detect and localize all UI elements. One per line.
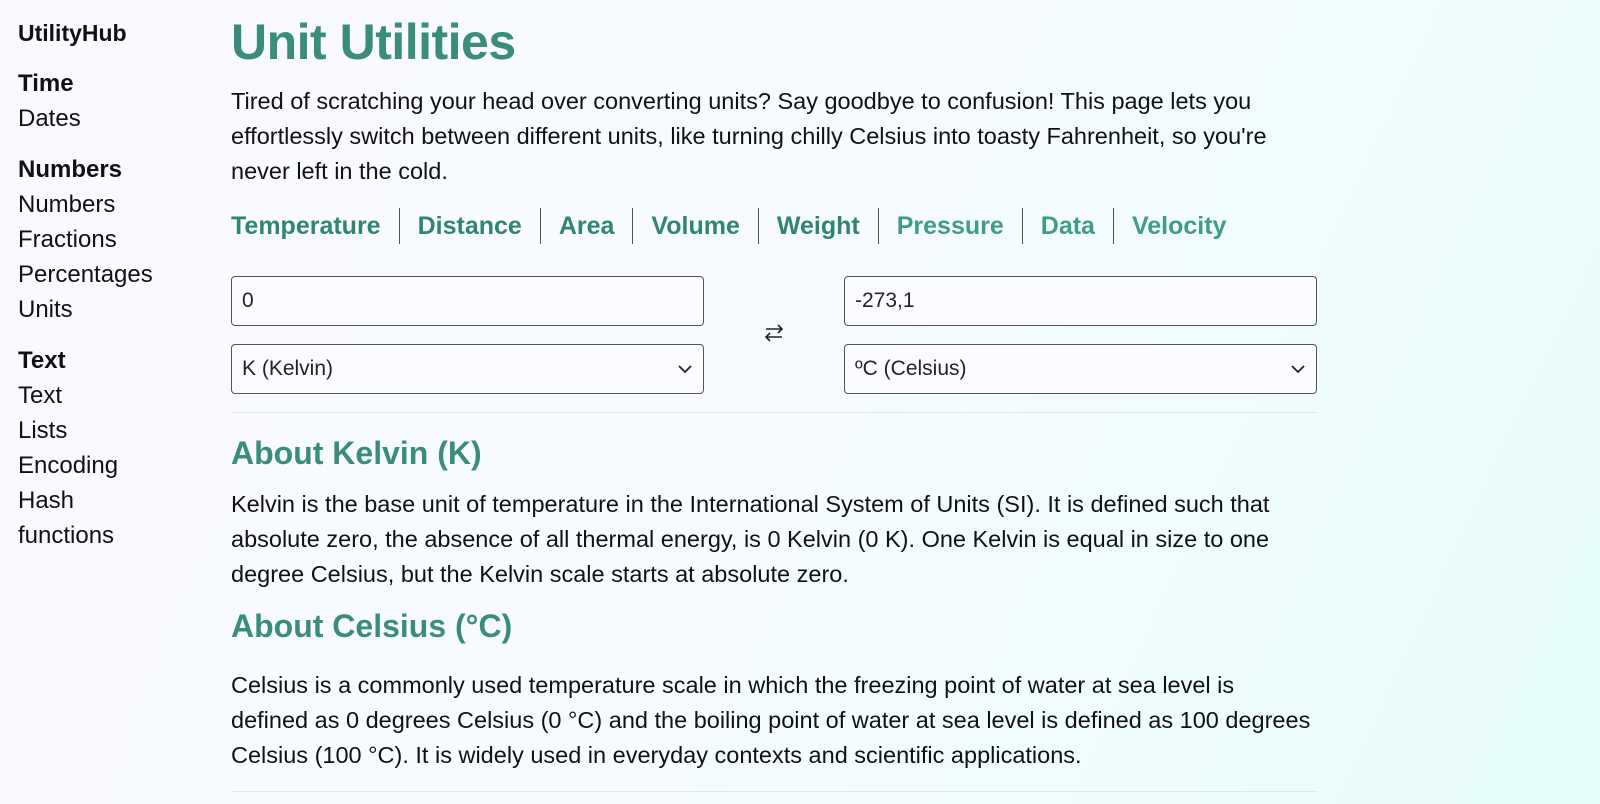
- output-value-field[interactable]: [844, 276, 1317, 326]
- nav-group-time: Time Dates: [18, 66, 208, 136]
- chevron-down-icon: [678, 365, 692, 374]
- divider: [231, 412, 1317, 413]
- sidebar-item-numbers[interactable]: Numbers: [18, 187, 208, 222]
- about-kelvin-heading: About Kelvin (K): [231, 435, 482, 471]
- from-unit-value: K (Kelvin): [242, 357, 334, 380]
- swap-arrows-icon: [764, 324, 784, 342]
- brand-logo[interactable]: UtilityHub: [18, 16, 208, 50]
- divider: [231, 791, 1317, 792]
- sidebar: UtilityHub Time Dates Numbers Numbers Fr…: [18, 16, 208, 569]
- swap-units-button[interactable]: [761, 320, 787, 346]
- input-value[interactable]: [242, 289, 693, 313]
- input-value-field[interactable]: [231, 276, 704, 326]
- about-celsius-heading: About Celsius (°C): [231, 608, 513, 644]
- sidebar-item-hash-functions[interactable]: Hash functions: [18, 483, 128, 553]
- to-unit-select[interactable]: ºC (Celsius): [844, 344, 1317, 394]
- intro-text: Tired of scratching your head over conve…: [231, 88, 1267, 184]
- nav-group-text: Text Text Lists Encoding Hash functions: [18, 343, 208, 553]
- tab-data[interactable]: Data: [1021, 208, 1113, 244]
- about-kelvin-text: Kelvin is the base unit of temperature i…: [231, 491, 1270, 587]
- tab-temperature[interactable]: Temperature: [231, 208, 399, 244]
- to-unit-value: ºC (Celsius): [855, 357, 967, 380]
- nav-group-title: Time: [18, 70, 74, 97]
- sidebar-item-lists[interactable]: Lists: [18, 413, 208, 448]
- tab-volume[interactable]: Volume: [632, 208, 757, 244]
- unit-tabs: Temperature Distance Area Volume Weight …: [231, 207, 1317, 245]
- converter: K (Kelvin) ºC (Celsius): [231, 276, 1317, 394]
- sidebar-item-units[interactable]: Units: [18, 292, 208, 327]
- tab-weight[interactable]: Weight: [757, 208, 878, 244]
- chevron-down-icon: [1291, 365, 1305, 374]
- tab-pressure[interactable]: Pressure: [877, 208, 1022, 244]
- output-value[interactable]: [855, 289, 1306, 313]
- page-title: Unit Utilities: [231, 14, 516, 70]
- main-content: Unit Utilities Tired of scratching your …: [231, 0, 1317, 792]
- sidebar-item-dates[interactable]: Dates: [18, 101, 208, 136]
- nav-group-title: Numbers: [18, 156, 123, 183]
- tab-distance[interactable]: Distance: [398, 208, 540, 244]
- tab-velocity[interactable]: Velocity: [1112, 208, 1245, 244]
- sidebar-item-encoding[interactable]: Encoding: [18, 448, 208, 483]
- nav-group-title: Text: [18, 347, 66, 374]
- sidebar-item-percentages[interactable]: Percentages: [18, 257, 208, 292]
- about-celsius-text: Celsius is a commonly used temperature s…: [231, 672, 1311, 768]
- tab-area[interactable]: Area: [539, 208, 633, 244]
- sidebar-item-fractions[interactable]: Fractions: [18, 222, 208, 257]
- nav-group-numbers: Numbers Numbers Fractions Percentages Un…: [18, 152, 208, 327]
- sidebar-item-text[interactable]: Text: [18, 378, 208, 413]
- from-unit-select[interactable]: K (Kelvin): [231, 344, 704, 394]
